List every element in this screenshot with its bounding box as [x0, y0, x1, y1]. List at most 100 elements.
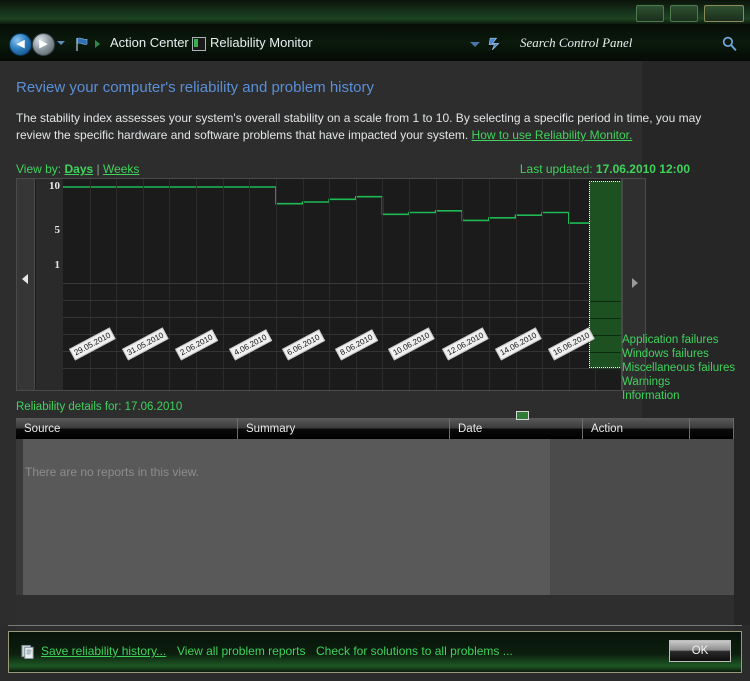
maximize-button[interactable] — [670, 5, 698, 22]
page-description: The stability index assesses your system… — [16, 110, 706, 144]
close-button[interactable] — [704, 5, 744, 22]
legend-item: Miscellaneous failures — [622, 362, 736, 374]
chart-gridline-v — [356, 179, 357, 390]
chart-gridline-v — [303, 179, 304, 390]
forward-arrow-icon: ▶ — [39, 38, 48, 50]
details-title-date: 17.06.2010 — [124, 401, 183, 413]
last-updated-value: 17.06.2010 12:00 — [595, 162, 690, 176]
view-all-problem-reports-link[interactable]: View all problem reports — [177, 644, 306, 658]
how-to-use-link[interactable]: How to use Reliability Monitor. — [472, 128, 633, 142]
chart-gridline-v — [329, 179, 330, 390]
chart-event-marker — [590, 369, 621, 370]
chart-event-marker — [590, 335, 621, 336]
chevron-left-icon — [22, 274, 28, 284]
view-by-days[interactable]: Days — [64, 162, 93, 176]
table-body-edge — [16, 439, 23, 595]
last-updated-label: Last updated: — [519, 162, 596, 176]
bottom-divider — [8, 625, 742, 626]
chart-gridline-v — [223, 179, 224, 390]
minimize-button[interactable] — [636, 5, 664, 22]
chart-event-marker — [590, 301, 621, 302]
reliability-monitor-icon — [192, 37, 206, 51]
breadcrumb-action-center[interactable]: Action Center — [110, 24, 189, 61]
table-column-header-source[interactable]: Source — [16, 418, 238, 439]
recent-pages-chevron-down-icon[interactable] — [57, 41, 65, 45]
breadcrumb-reliability-monitor[interactable]: Reliability Monitor — [210, 24, 313, 61]
chart-gridline-v — [196, 179, 197, 390]
title-bar — [0, 0, 750, 24]
view-all-problem-reports-label: View all problem reports — [177, 644, 306, 658]
table-column-header-action[interactable]: Action — [583, 418, 690, 439]
table-header-row: Source Summary Date Action — [16, 411, 734, 439]
chart-section-divider — [63, 283, 621, 284]
save-reliability-history-link[interactable]: Save reliability history... — [41, 644, 166, 658]
save-icon — [21, 644, 34, 660]
chart-gridline-v — [462, 179, 463, 390]
window-controls — [636, 5, 744, 22]
stability-chart: 10 5 1 29.05.2010 31.05.2010 2.06.2010 4.06.2… — [16, 178, 622, 391]
search-icon[interactable] — [721, 35, 738, 52]
chart-gridline-v — [436, 179, 437, 390]
chart-event-marker — [590, 318, 621, 319]
y-axis-tick-10: 10 — [49, 180, 60, 192]
chart-legend: Application failures Windows failures Misc… — [622, 333, 750, 403]
chart-event-marker — [590, 352, 621, 353]
legend-item: Application failures — [622, 334, 719, 346]
table-column-header-spacer — [690, 418, 734, 439]
view-by-label: View by: — [16, 162, 62, 176]
chart-event-row-divider — [63, 368, 621, 369]
table-column-header-summary[interactable]: Summary — [238, 418, 450, 439]
chart-gridline-v — [116, 179, 117, 390]
empty-state-message: There are no reports in this view. — [25, 465, 200, 479]
legend-item: Information — [622, 390, 680, 402]
chart-gridline-v — [489, 179, 490, 390]
chart-gridline-v — [409, 179, 410, 390]
table-column-header-date[interactable]: Date — [450, 411, 583, 439]
chevron-right-icon — [632, 278, 638, 288]
chart-gridline-v — [249, 179, 250, 390]
reliability-monitor-window: ◀ ▶ Action Center Reliability Monitor Se… — [0, 0, 750, 681]
back-button[interactable]: ◀ — [9, 33, 32, 56]
refresh-icon[interactable] — [487, 35, 504, 52]
details-title-label: Reliability details for: — [16, 401, 125, 413]
chart-gridline-v — [90, 179, 91, 390]
back-arrow-icon: ◀ — [16, 38, 25, 50]
y-axis-tick-1: 1 — [54, 259, 61, 272]
forward-button[interactable]: ▶ — [32, 33, 55, 56]
flag-icon[interactable] — [74, 36, 90, 52]
page-title: Review your computer's reliability and p… — [16, 79, 375, 96]
breadcrumb-separator-icon — [95, 40, 100, 48]
last-updated: Last updated: 17.06.2010 12:00 — [400, 162, 690, 176]
table-body[interactable]: There are no reports in this view. — [16, 439, 734, 646]
chart-gridline-v — [516, 179, 517, 390]
chart-gridline-v — [169, 179, 170, 390]
navigation-bar: ◀ ▶ Action Center Reliability Monitor Se… — [0, 24, 750, 62]
chart-event-row-divider — [63, 317, 621, 318]
chart-y-axis: 10 5 1 — [36, 179, 63, 390]
check-for-solutions-label: Check for solutions to all problems ... — [316, 644, 513, 658]
details-title: Reliability details for: 17.06.2010 — [16, 401, 182, 413]
search-chevron-down-icon[interactable] — [470, 42, 480, 47]
search-input[interactable]: Search Control Panel — [520, 24, 725, 61]
chart-gridline-v — [143, 179, 144, 390]
y-axis-tick-5: 5 — [54, 224, 61, 236]
sort-indicator-icon — [516, 411, 529, 420]
check-for-solutions-link[interactable]: Check for solutions to all problems ... — [316, 644, 513, 658]
view-by-separator: | — [93, 162, 103, 176]
bottom-action-bar: Save reliability history... View all pro… — [8, 631, 742, 673]
ok-button[interactable]: OK — [669, 640, 731, 662]
chart-event-row-divider — [63, 300, 621, 301]
chart-gridline-v — [542, 179, 543, 390]
chart-gridline-v — [276, 179, 277, 390]
details-table: Source Summary Date Action There are no rep… — [16, 411, 734, 646]
legend-item: Warnings — [622, 376, 671, 388]
chart-selected-column[interactable] — [589, 181, 621, 370]
legend-item: Windows failures — [622, 348, 709, 360]
content-panel: Review your computer's reliability and p… — [0, 61, 750, 646]
chart-gridline-v — [569, 179, 570, 390]
view-by-control: View by: Days | Weeks — [16, 162, 139, 176]
chart-scroll-left[interactable] — [17, 179, 35, 390]
save-reliability-history-label: Save reliability history... — [41, 644, 167, 658]
view-by-weeks[interactable]: Weeks — [103, 162, 139, 176]
chart-gridline-v — [382, 179, 383, 390]
